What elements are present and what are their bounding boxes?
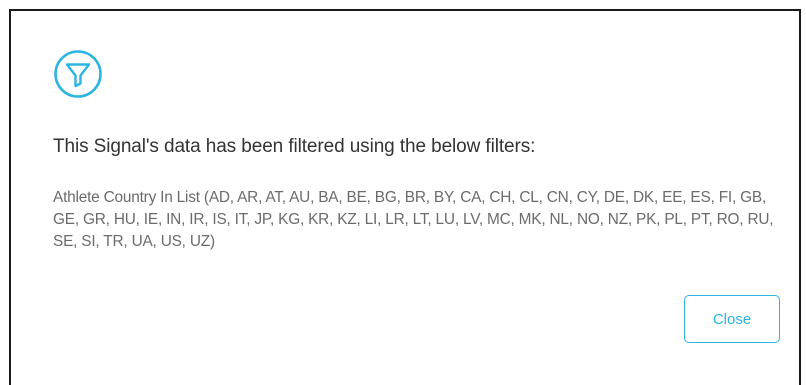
- filter-info-dialog: This Signal's data has been filtered usi…: [9, 9, 801, 385]
- close-button[interactable]: Close: [684, 295, 780, 343]
- filter-description: Athlete Country In List (AD, AR, AT, AU,…: [53, 189, 774, 250]
- filter-icon: [53, 49, 103, 99]
- dialog-title: This Signal's data has been filtered usi…: [53, 136, 536, 157]
